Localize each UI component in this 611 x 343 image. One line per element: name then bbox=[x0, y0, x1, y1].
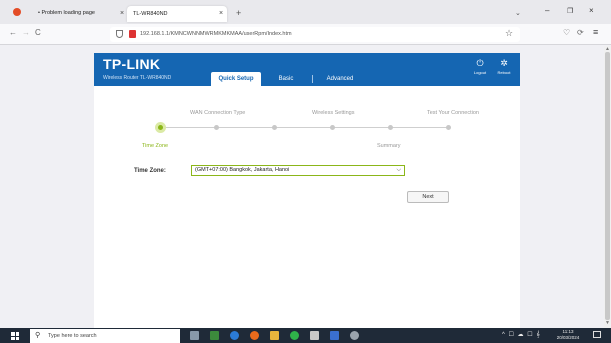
step-label-time-zone: Time Zone bbox=[142, 143, 169, 149]
step-dot bbox=[446, 125, 451, 130]
step-dot bbox=[388, 125, 393, 130]
step-label-summary: Summary bbox=[377, 143, 401, 149]
edge-icon[interactable] bbox=[230, 331, 239, 340]
browser-tab-strip: • Problem loading page × TL-WR840ND × + … bbox=[0, 0, 611, 24]
url-text[interactable]: 192.168.1.1/KMNCWNNMWRMKMKMAA/userRpm/In… bbox=[140, 27, 292, 42]
reload-button[interactable]: C bbox=[35, 28, 41, 37]
tab-advanced[interactable]: Advanced bbox=[320, 72, 360, 86]
reboot-button[interactable]: ✲ Reboot bbox=[494, 58, 514, 75]
firefox-taskbar-icon[interactable] bbox=[250, 331, 259, 340]
scroll-down-icon[interactable]: ▼ bbox=[605, 320, 610, 326]
tab-close-icon[interactable]: × bbox=[219, 6, 223, 22]
settings-gear-icon[interactable] bbox=[350, 331, 359, 340]
reboot-gear-icon: ✲ bbox=[500, 58, 508, 68]
page-scrollbar[interactable]: ▲ ▼ bbox=[604, 46, 611, 328]
tab-quick-setup[interactable]: Quick Setup bbox=[211, 72, 261, 86]
whatsapp-icon[interactable] bbox=[290, 331, 299, 340]
notification-icon[interactable] bbox=[593, 331, 601, 338]
search-icon: ⚲ bbox=[35, 332, 41, 339]
page-viewport: TP-LINK Wireless Router TL-WR840ND Quick… bbox=[0, 46, 604, 328]
scroll-thumb[interactable] bbox=[605, 52, 610, 320]
hamburger-menu-icon[interactable]: ≡ bbox=[593, 27, 598, 37]
tab-label: • Problem loading page bbox=[38, 10, 95, 16]
time-zone-value: (GMT+07:00) Bangkok, Jakarta, Hanoi bbox=[195, 167, 290, 173]
step-dot bbox=[330, 125, 335, 130]
close-window-button[interactable]: × bbox=[589, 6, 594, 15]
insecure-lock-icon[interactable] bbox=[129, 30, 136, 38]
maximize-window-button[interactable]: ❐ bbox=[567, 7, 573, 15]
power-icon: ⏻ bbox=[476, 58, 484, 68]
taskbar-clock[interactable]: 11:13 20/03/2024 bbox=[553, 329, 583, 341]
time-zone-select[interactable]: (GMT+07:00) Bangkok, Jakarta, Hanoi ⌵ bbox=[191, 165, 405, 176]
tracking-shield-icon[interactable] bbox=[116, 30, 123, 38]
back-button[interactable]: ← bbox=[9, 28, 17, 37]
reboot-label: Reboot bbox=[497, 70, 511, 75]
next-button[interactable]: Next bbox=[407, 191, 449, 203]
router-model: Wireless Router TL-WR840ND bbox=[103, 75, 172, 81]
minimize-window-button[interactable]: – bbox=[545, 6, 549, 15]
extensions-icon[interactable]: ⟳ bbox=[577, 28, 584, 37]
tab-label: TL-WR840ND bbox=[133, 11, 168, 17]
task-view-icon[interactable] bbox=[190, 331, 199, 340]
search-placeholder: Type here to search bbox=[48, 333, 97, 339]
address-bar[interactable]: 192.168.1.1/KMNCWNNMWRMKMKMAA/userRpm/In… bbox=[110, 27, 520, 42]
pocket-icon[interactable]: ♡ bbox=[563, 28, 570, 37]
step-label-wireless: Wireless Settings bbox=[312, 110, 355, 116]
tab-basic[interactable]: Basic bbox=[274, 72, 298, 86]
clock-date: 20/03/2024 bbox=[556, 335, 580, 340]
step-label-wan: WAN Connection Type bbox=[190, 110, 246, 116]
taskbar-search-input[interactable]: ⚲ Type here to search bbox=[30, 329, 180, 343]
windows-start-icon[interactable] bbox=[11, 332, 19, 340]
router-header: TP-LINK Wireless Router TL-WR840ND Quick… bbox=[94, 53, 520, 86]
bookmark-star-icon[interactable]: ☆ bbox=[505, 28, 513, 39]
tab-divider bbox=[312, 75, 313, 83]
progress-line bbox=[162, 127, 448, 128]
browser-nav-bar: ← → C 192.168.1.1/KMNCWNNMWRMKMKMAA/user… bbox=[0, 24, 611, 45]
tab-close-icon[interactable]: × bbox=[120, 5, 124, 22]
step-dot bbox=[214, 125, 219, 130]
step-dot bbox=[272, 125, 277, 130]
logout-button[interactable]: ⏻ Logout bbox=[470, 58, 490, 75]
browser-tab-problem-loading[interactable]: • Problem loading page × bbox=[32, 5, 137, 22]
new-tab-button[interactable]: + bbox=[236, 5, 241, 22]
store-icon[interactable] bbox=[330, 331, 339, 340]
step-label-test: Test Your Connection bbox=[427, 110, 479, 116]
browser-tab-router[interactable]: TL-WR840ND × bbox=[127, 6, 227, 22]
quick-setup-panel: WAN Connection Type Wireless Settings Te… bbox=[94, 86, 520, 328]
logout-label: Logout bbox=[473, 70, 487, 75]
system-tray[interactable]: ^ ☐ ☁ ☐ 𝄞 bbox=[502, 331, 541, 339]
step-dot-time-zone bbox=[155, 122, 166, 133]
file-explorer-icon[interactable] bbox=[270, 331, 279, 340]
list-all-tabs-icon[interactable]: ⌄ bbox=[515, 9, 521, 17]
forward-button[interactable]: → bbox=[22, 28, 30, 37]
firefox-icon[interactable] bbox=[13, 8, 21, 16]
excel-icon[interactable] bbox=[210, 331, 219, 340]
chevron-down-icon: ⌵ bbox=[396, 167, 401, 173]
windows-taskbar: ⚲ Type here to search ^ ☐ ☁ ☐ 𝄞 11:13 20… bbox=[0, 328, 611, 343]
tplink-logo: TP-LINK bbox=[103, 56, 161, 72]
time-zone-label: Time Zone: bbox=[134, 168, 166, 174]
app-icon[interactable] bbox=[310, 331, 319, 340]
